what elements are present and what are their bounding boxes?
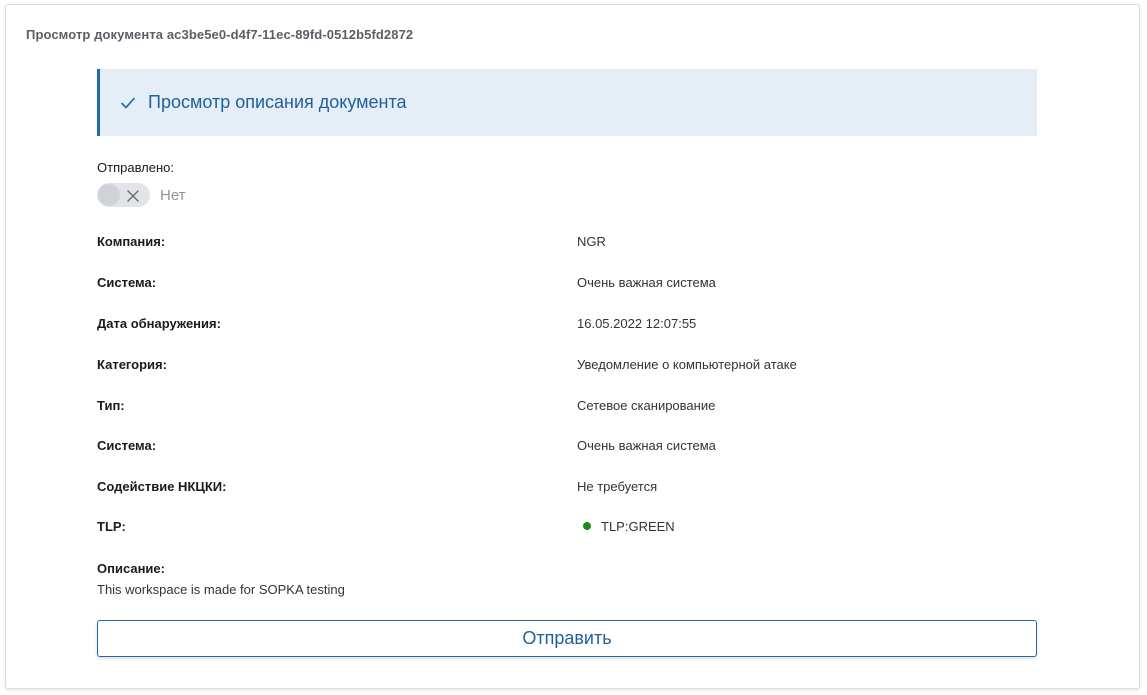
field-row-category: Категория: Уведомление о компьютерной ат… [97, 357, 1037, 377]
field-value: Очень важная система [577, 438, 716, 453]
field-value: NGR [577, 234, 606, 249]
field-value: Не требуется [577, 479, 658, 494]
sent-label: Отправлено: [97, 160, 175, 175]
sent-toggle[interactable] [97, 183, 150, 207]
field-label: Система: [97, 438, 157, 453]
field-label: Система: [97, 275, 157, 290]
description-view-notice: Просмотр описания документа [97, 69, 1037, 136]
field-row-system: Система: Очень важная система [97, 275, 1037, 295]
field-value: Сетевое сканирование [577, 398, 716, 413]
field-row-detection-date: Дата обнаружения: 16.05.2022 12:07:55 [97, 316, 1037, 336]
tlp-status-dot [583, 522, 591, 530]
submit-button[interactable]: Отправить [97, 620, 1037, 657]
sent-toggle-text: Нет [160, 187, 186, 204]
field-row-tlp: TLP: TLP:GREEN [97, 519, 1037, 539]
field-row-system-2: Система: Очень важная система [97, 438, 1037, 458]
field-label: TLP: [97, 519, 126, 534]
check-icon [120, 95, 136, 111]
field-value: Очень важная система [577, 275, 716, 290]
tlp-value: TLP:GREEN [577, 519, 675, 534]
field-row-company: Компания: NGR [97, 234, 1037, 254]
tlp-value-text: TLP:GREEN [601, 519, 675, 534]
field-label: Категория: [97, 357, 167, 372]
field-label: Компания: [97, 234, 166, 249]
description-text: This workspace is made for SOPKA testing [97, 582, 345, 597]
field-label: Дата обнаружения: [97, 316, 221, 331]
field-row-type: Тип: Сетевое сканирование [97, 398, 1037, 418]
notice-text: Просмотр описания документа [148, 92, 407, 112]
x-icon [127, 189, 139, 202]
page-title: Просмотр документа ac3be5e0-d4f7-11ec-89… [26, 27, 414, 42]
toggle-knob [98, 184, 120, 206]
description-label: Описание: [97, 561, 165, 576]
field-label: Тип: [97, 398, 125, 413]
field-value: Уведомление о компьютерной атаке [577, 357, 797, 372]
field-row-nkcki-assistance: Содействие НКЦКИ: Не требуется [97, 479, 1037, 499]
field-label: Содействие НКЦКИ: [97, 479, 227, 494]
field-value: 16.05.2022 12:07:55 [577, 316, 697, 331]
